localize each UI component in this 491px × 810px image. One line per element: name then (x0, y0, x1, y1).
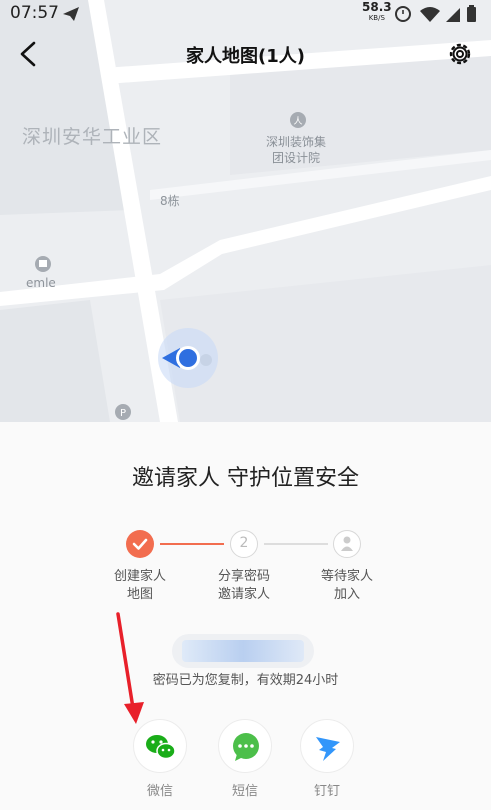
header-bar: 家人地图(1人) (0, 28, 491, 80)
step-2-label-line2: 邀请家人 (217, 587, 270, 602)
network-speed-value: 58.3 (362, 0, 392, 14)
step-connector-2 (264, 543, 328, 545)
invite-headline: 邀请家人 守护位置安全 (132, 466, 359, 491)
dingtalk-icon (316, 737, 340, 761)
page-title: 家人地图(1人) (186, 46, 305, 67)
step-2-label-line1: 分享密码 (217, 569, 270, 584)
battery-icon (467, 5, 476, 22)
step-1-label-line1: 创建家人 (113, 569, 166, 584)
step-3-pending (333, 530, 361, 558)
svg-text:人: 人 (293, 116, 302, 127)
gear-icon[interactable] (446, 40, 474, 68)
status-time: 07:57 (10, 3, 59, 23)
step-2-label: 分享密码 邀请家人 (194, 568, 294, 604)
signal-icon (446, 8, 460, 22)
annotation-arrow-icon (116, 612, 144, 724)
svg-text:P: P (120, 408, 126, 419)
checkmark-icon (132, 538, 148, 550)
send-icon (63, 7, 79, 21)
map-building-label: 8栋 (160, 194, 180, 208)
network-speed-unit: KB/S (368, 14, 385, 22)
map-shop-label[interactable]: emle (26, 276, 56, 290)
status-icons (395, 5, 476, 22)
share-wechat-label: 微信 (146, 784, 173, 799)
share-dingtalk-button[interactable] (300, 719, 354, 773)
map-poi-label-line2: 团设计院 (272, 151, 321, 165)
map-district-label: 深圳安华工业区 (22, 126, 163, 148)
step-3-label-line1: 等待家人 (320, 569, 373, 584)
wifi-icon (420, 7, 440, 22)
status-bar: 07:57 58.3 KB/S (0, 0, 491, 28)
invite-panel: 邀请家人 守护位置安全 2 创建家人 地图 分享密码 邀请家人 等待家人 加入 … (0, 422, 491, 810)
alarm-icon (395, 6, 411, 22)
share-sms-label: 短信 (231, 784, 258, 799)
network-speed: 58.3 KB/S (362, 0, 392, 24)
share-sms-button[interactable] (218, 719, 272, 773)
step-1-label: 创建家人 地图 (90, 568, 190, 604)
step-3-label: 等待家人 加入 (297, 568, 397, 604)
map-poi-label-line1: 深圳装饰集 (266, 135, 327, 149)
password-box[interactable] (172, 634, 314, 668)
copied-note: 密码已为您复制，有效期24小时 (152, 673, 339, 688)
password-code-blurred (182, 640, 304, 662)
step-connector-1 (160, 543, 224, 545)
step-1-label-line2: 地图 (126, 587, 153, 602)
sms-chat-icon (233, 733, 259, 761)
step-3-label-line2: 加入 (333, 587, 360, 602)
person-icon (341, 536, 353, 551)
step-1-done (126, 530, 154, 558)
map-poi-label[interactable]: 深圳装饰集 团设计院 (266, 134, 326, 166)
step-2-number: 2 (230, 530, 258, 558)
share-dingtalk-label: 钉钉 (313, 784, 340, 799)
